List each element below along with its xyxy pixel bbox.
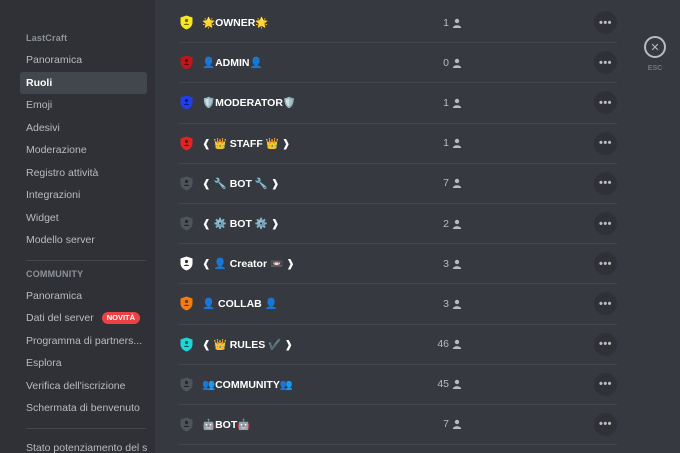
person-icon xyxy=(452,219,462,229)
more-icon[interactable]: ••• xyxy=(594,91,617,115)
roles-panel: 🌟OWNER🌟 1 ••• 👤ADMIN👤 0 ••• 🛡️MODERATOR🛡️ 1 ••• ❰… xyxy=(155,0,680,453)
sidebar-item-community-verifica-dell-iscrizione[interactable]: Verifica dell'iscrizione xyxy=(20,375,147,398)
person-icon xyxy=(452,98,462,108)
community-header: COMMUNITY xyxy=(26,268,84,279)
sidebar-item-widget[interactable]: Widget xyxy=(20,207,147,230)
shield-icon xyxy=(180,296,193,311)
role-row[interactable]: 🤖BOT🤖 7 ••• xyxy=(179,405,617,446)
sidebar-item-label: Verifica dell'iscrizione xyxy=(26,379,126,392)
sidebar-item-community-esplora[interactable]: Esplora xyxy=(20,352,147,375)
member-count: 7 xyxy=(443,418,449,431)
shield-icon xyxy=(180,176,193,191)
member-count: 1 xyxy=(443,137,449,150)
member-count: 45 xyxy=(437,378,449,391)
member-count: 3 xyxy=(443,297,449,310)
shield-icon xyxy=(180,15,193,30)
shield-icon xyxy=(180,256,193,271)
shield-icon xyxy=(180,55,193,70)
person-icon xyxy=(452,58,462,68)
member-count: 7 xyxy=(443,177,449,190)
role-row[interactable]: ❰ 👑 STAFF 👑 ❱ 1 ••• xyxy=(179,124,617,164)
role-row[interactable]: ❰ ⚙️ BOT ⚙️ ❱ 2 ••• xyxy=(179,204,617,245)
person-icon xyxy=(452,18,462,28)
member-count: 2 xyxy=(443,217,449,230)
role-row[interactable]: ❰ 🔧 BOT 🔧 ❱ 7 ••• xyxy=(179,164,617,204)
role-row[interactable]: ❰ 👑 RULES ✔️ ❱ 46 ••• xyxy=(179,325,617,365)
shield-icon xyxy=(180,417,193,432)
sidebar-item-label: Esplora xyxy=(26,357,62,369)
new-badge: NOVITÀ xyxy=(101,312,141,325)
more-icon[interactable]: ••• xyxy=(594,252,617,276)
role-row[interactable]: 🌟OWNER🌟 1 ••• xyxy=(179,3,617,44)
shield-icon xyxy=(180,337,193,352)
role-name: 👤 COLLAB 👤 xyxy=(202,298,278,311)
sidebar-item-label: Dati del server xyxy=(26,312,94,324)
more-icon[interactable]: ••• xyxy=(594,131,617,155)
role-name: 🌟OWNER🌟 xyxy=(202,17,269,30)
role-row[interactable]: 👥COMMUNITY👥 45 ••• xyxy=(179,365,617,405)
role-name: ❰ 🔧 BOT 🔧 ❱ xyxy=(202,177,280,190)
sidebar-item-label: Panoramica xyxy=(26,289,83,302)
shield-icon xyxy=(180,95,193,110)
settings-sidebar: LastCraft Panoramica Ruoli Emoji Adesivi Mod… xyxy=(0,0,155,453)
shield-icon xyxy=(180,377,193,392)
sidebar-item-label: Schermata di benvenuto xyxy=(26,402,140,414)
person-icon xyxy=(452,299,462,309)
member-count: 46 xyxy=(437,338,449,351)
role-row[interactable]: ❰ 👤 Creator 📼 ❱ 3 ••• xyxy=(179,244,617,285)
role-row[interactable]: 👤ADMIN👤 0 ••• xyxy=(179,43,617,84)
shield-icon xyxy=(180,216,193,231)
member-count: 0 xyxy=(443,56,449,69)
member-count: 3 xyxy=(443,257,449,270)
role-row[interactable]: 👤 COLLAB 👤 3 ••• xyxy=(179,284,617,325)
sidebar-divider xyxy=(26,259,146,261)
person-icon xyxy=(452,138,462,149)
sidebar-item-label: Programma di partners... xyxy=(26,334,143,347)
more-icon[interactable]: ••• xyxy=(594,412,617,436)
role-name: ❰ 👑 RULES ✔️ ❱ xyxy=(202,338,293,351)
member-count: 1 xyxy=(443,96,449,109)
role-name: ❰ 👤 Creator 📼 ❱ xyxy=(202,258,295,271)
more-icon[interactable]: ••• xyxy=(594,332,617,356)
person-icon xyxy=(452,179,462,189)
role-name: ❰ 👑 STAFF 👑 ❱ xyxy=(202,137,291,150)
roles-list: 🌟OWNER🌟 1 ••• 👤ADMIN👤 0 ••• 🛡️MODERATOR🛡️ 1 ••• ❰… xyxy=(179,3,617,446)
sidebar-item-boost-status[interactable]: Stato potenziamento del se xyxy=(20,437,147,453)
role-name: 🤖BOT🤖 xyxy=(202,418,251,431)
sidebar-item-community-programma-di-partners[interactable]: Programma di partners... xyxy=(20,330,147,353)
person-icon xyxy=(452,380,462,390)
close-icon[interactable]: ✕ xyxy=(644,36,666,58)
sidebar-item-modello-server[interactable]: Modello server xyxy=(20,229,147,252)
role-row[interactable]: 🛡️MODERATOR🛡️ 1 ••• xyxy=(179,83,617,124)
more-icon[interactable]: ••• xyxy=(594,11,617,35)
sidebar-item-registro-attivit[interactable]: Registro attività xyxy=(20,162,147,185)
esc-label: ESC xyxy=(647,65,663,72)
sidebar-item-moderazione[interactable]: Moderazione xyxy=(20,139,147,162)
person-icon xyxy=(452,339,462,350)
more-icon[interactable]: ••• xyxy=(594,212,617,236)
sidebar-item-community-schermata-di-benvenuto[interactable]: Schermata di benvenuto xyxy=(20,397,147,420)
more-icon[interactable]: ••• xyxy=(594,51,617,75)
role-name: 🛡️MODERATOR🛡️ xyxy=(202,97,297,110)
person-icon xyxy=(452,259,462,269)
sidebar-item-integrazioni[interactable]: Integrazioni xyxy=(20,184,147,207)
role-name: 👥COMMUNITY👥 xyxy=(202,378,293,391)
member-count: 1 xyxy=(443,16,449,29)
sidebar-item-panoramica[interactable]: Panoramica xyxy=(20,49,147,72)
sidebar-item-community-dati-del-server[interactable]: Dati del server NOVITÀ xyxy=(20,307,147,330)
sidebar-item-emoji[interactable]: Emoji xyxy=(20,94,147,117)
sidebar-divider xyxy=(26,427,146,429)
person-icon xyxy=(452,420,462,430)
role-name: ❰ ⚙️ BOT ⚙️ ❱ xyxy=(202,218,280,231)
shield-icon xyxy=(180,136,193,151)
more-icon[interactable]: ••• xyxy=(594,171,617,195)
more-icon[interactable]: ••• xyxy=(594,292,617,316)
sidebar-item-adesivi[interactable]: Adesivi xyxy=(20,117,147,140)
sidebar-item-ruoli[interactable]: Ruoli xyxy=(20,71,147,94)
server-name-header: LastCraft xyxy=(26,33,68,43)
role-name: 👤ADMIN👤 xyxy=(202,57,263,70)
sidebar-item-community-panoramica[interactable]: Panoramica xyxy=(20,285,147,308)
more-icon[interactable]: ••• xyxy=(594,372,617,396)
